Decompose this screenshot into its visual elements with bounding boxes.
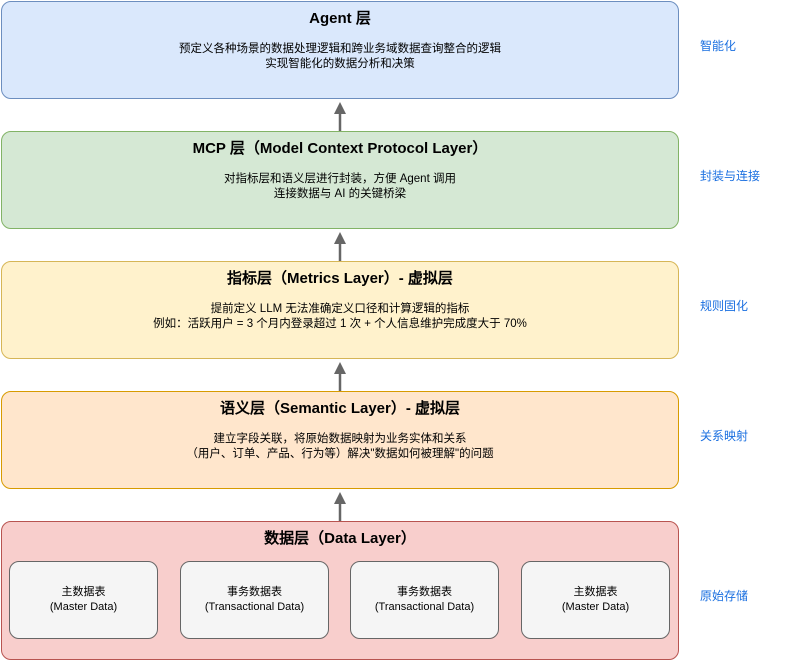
data-box-label: 主数据表 (573, 586, 618, 598)
metrics-layer: 指标层（Metrics Layer）- 虚拟层 提前定义 LLM 无法准确定义口… (1, 261, 679, 359)
arrow-metrics-to-mcp (334, 232, 346, 261)
semantic-desc-line-2: （用户、订单、产品、行为等）解决"数据如何被理解"的问题 (186, 448, 494, 460)
data-box-label: 事务数据表 (397, 586, 452, 598)
data-side-label: 原始存储 (700, 589, 749, 603)
metrics-layer-description: 提前定义 LLM 无法准确定义口径和计算逻辑的指标 例如：活跃用户 = 3 个月… (2, 302, 678, 332)
metrics-desc-line-2: 例如：活跃用户 = 3 个月内登录超过 1 次 + 个人信息维护完成度大于 70… (153, 318, 527, 330)
agent-layer-description: 预定义各种场景的数据处理逻辑和跨业务域数据查询整合的逻辑 实现智能化的数据分析和… (2, 42, 678, 72)
agent-desc-line-2: 实现智能化的数据分析和决策 (265, 58, 415, 70)
agent-layer: Agent 层 预定义各种场景的数据处理逻辑和跨业务域数据查询整合的逻辑 实现智… (1, 1, 679, 99)
mcp-desc-line-1: 对指标层和语义层进行封装，方便 Agent 调用 (224, 173, 456, 185)
metrics-side-label: 规则固化 (700, 299, 749, 313)
agent-layer-title: Agent 层 (309, 10, 371, 27)
data-box-sublabel: (Transactional Data) (204, 601, 305, 613)
data-box-sublabel: (Master Data) (49, 601, 118, 613)
semantic-desc-line-1: 建立字段关联，将原始数据映射为业务实体和关系 (213, 433, 467, 445)
semantic-layer-title: 语义层（Semantic Layer）- 虚拟层 (219, 400, 461, 417)
semantic-side-label: 关系映射 (700, 429, 749, 443)
metrics-layer-title: 指标层（Metrics Layer）- 虚拟层 (227, 270, 453, 287)
mcp-layer: MCP 层（Model Context Protocol Layer） 对指标层… (1, 131, 679, 229)
agent-side-label: 智能化 (700, 39, 737, 53)
data-box-sublabel: (Transactional Data) (374, 601, 475, 613)
data-box-label: 主数据表 (61, 586, 106, 598)
semantic-layer-description: 建立字段关联，将原始数据映射为业务实体和关系 （用户、订单、产品、行为等）解决"… (2, 432, 678, 462)
data-layer-title: 数据层（Data Layer） (264, 530, 416, 547)
mcp-layer-description: 对指标层和语义层进行封装，方便 Agent 调用 连接数据与 AI 的关键桥梁 (2, 172, 678, 202)
data-box-label: 事务数据表 (227, 586, 282, 598)
arrow-data-to-semantic (334, 492, 346, 521)
mcp-side-label: 封装与连接 (700, 169, 761, 183)
arrow-semantic-to-metrics (334, 362, 346, 391)
mcp-desc-line-2: 连接数据与 AI 的关键桥梁 (273, 188, 407, 200)
arrow-mcp-to-agent (334, 102, 346, 131)
metrics-desc-line-1: 提前定义 LLM 无法准确定义口径和计算逻辑的指标 (210, 303, 470, 315)
data-box-sublabel: (Master Data) (561, 601, 630, 613)
semantic-layer: 语义层（Semantic Layer）- 虚拟层 建立字段关联，将原始数据映射为… (1, 391, 679, 489)
mcp-layer-title: MCP 层（Model Context Protocol Layer） (192, 140, 488, 157)
agent-desc-line-1: 预定义各种场景的数据处理逻辑和跨业务域数据查询整合的逻辑 (179, 43, 501, 55)
transactional-data-box-1: 事务数据表 (Transactional Data) (180, 561, 329, 639)
data-layer: 数据层（Data Layer） 主数据表 (Master Data) 事务数据表… (1, 521, 679, 660)
master-data-box-2: 主数据表 (Master Data) (521, 561, 670, 639)
master-data-box-1: 主数据表 (Master Data) (9, 561, 158, 639)
transactional-data-box-2: 事务数据表 (Transactional Data) (350, 561, 499, 639)
